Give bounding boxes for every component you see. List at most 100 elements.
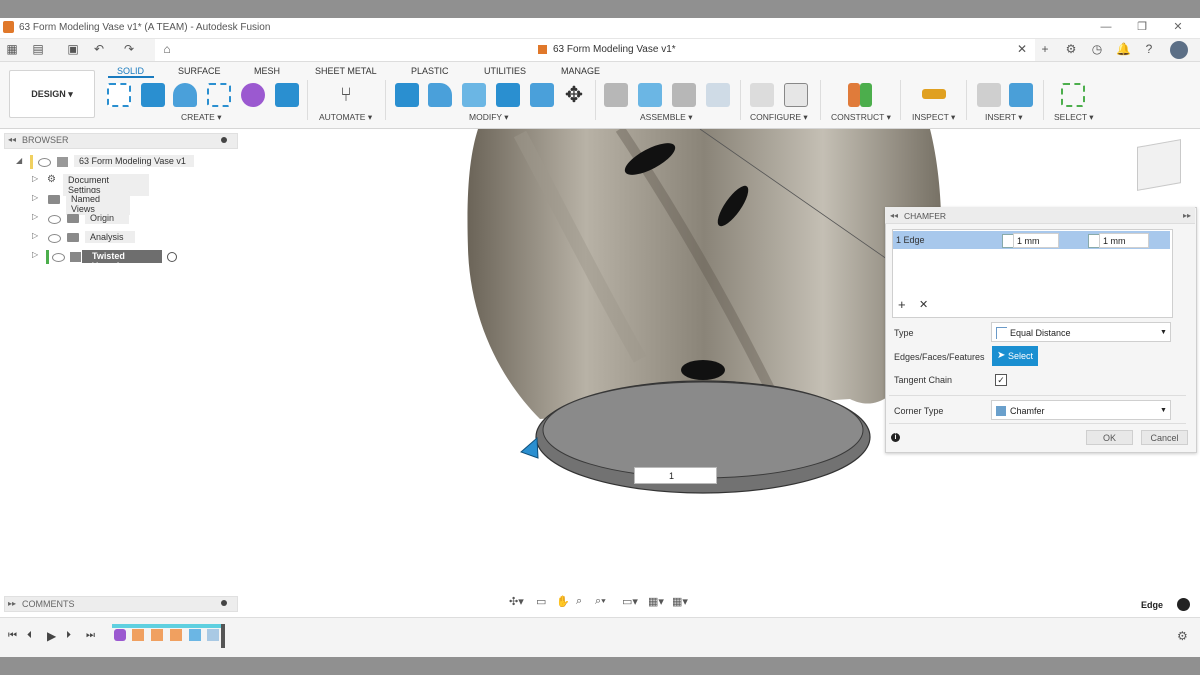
expand-icon[interactable]: ◢ (16, 156, 22, 165)
avatar[interactable] (1170, 41, 1188, 59)
create-form-icon[interactable] (241, 83, 265, 107)
tangent-chain-checkbox[interactable]: ✓ (995, 374, 1007, 386)
add-row-icon[interactable]: + (898, 297, 906, 312)
cancel-button[interactable]: Cancel (1141, 430, 1188, 445)
grid-settings-icon[interactable]: ▦▾ (648, 595, 664, 608)
timeline-feature-icon[interactable] (132, 629, 144, 641)
insert-group-label[interactable]: INSERT ▾ (985, 112, 1023, 123)
tab-mesh[interactable]: MESH (254, 66, 280, 76)
visibility-eye-icon[interactable] (52, 253, 65, 262)
move-icon[interactable]: ✥ (562, 83, 586, 107)
zoom-icon[interactable]: ⌕ (576, 595, 582, 608)
undo-icon[interactable]: ↶ (92, 42, 106, 56)
form-icon[interactable] (207, 83, 231, 107)
chamfer-arrow-handle[interactable] (520, 436, 539, 459)
tab-manage[interactable]: MANAGE (561, 66, 600, 76)
press-pull-icon[interactable] (395, 83, 419, 107)
expand-icon[interactable]: ▷ (32, 250, 38, 259)
timeline-feature-icon[interactable] (207, 629, 219, 641)
distance1-input[interactable]: 1 mm (1013, 233, 1059, 248)
view-cube-icon[interactable] (1137, 139, 1181, 191)
visibility-eye-icon[interactable] (48, 234, 61, 243)
notifications-icon[interactable]: 🔔 (1116, 42, 1131, 56)
pin-icon[interactable] (221, 137, 227, 143)
tab-sheet-metal[interactable]: SHEET METAL (315, 66, 377, 76)
file-icon[interactable]: ▤ (31, 42, 45, 56)
timeline-feature-icon[interactable] (170, 629, 182, 641)
selection-filter-icon[interactable] (1177, 598, 1190, 611)
save-icon[interactable]: ▣ (66, 42, 80, 56)
extensions-icon[interactable]: ⚙ (1064, 42, 1078, 56)
play-icon[interactable]: ▶ (47, 629, 56, 643)
pan-icon[interactable]: ✋ (556, 595, 570, 608)
activate-radio-icon[interactable] (167, 252, 177, 262)
job-status-icon[interactable]: ◷ (1090, 42, 1104, 56)
display-settings-icon[interactable]: ▭▾ (622, 595, 638, 608)
tab-surface[interactable]: SURFACE (178, 66, 221, 76)
motion-study-icon[interactable] (706, 83, 730, 107)
create-group-label[interactable]: CREATE ▾ (181, 112, 222, 123)
timeline-feature-icon[interactable] (189, 629, 201, 641)
ok-button[interactable]: OK (1086, 430, 1133, 445)
measure-icon[interactable] (922, 89, 946, 99)
timeline-settings-gear-icon[interactable]: ⚙ (1177, 629, 1188, 643)
timeline-marker[interactable] (221, 624, 225, 648)
configure-group-label[interactable]: CONFIGURE ▾ (750, 112, 808, 123)
fit-icon[interactable]: ⌕▾ (595, 595, 606, 608)
configuration-table-icon[interactable] (784, 83, 808, 107)
help-icon[interactable]: ? (1142, 42, 1156, 56)
create-sketch-icon[interactable] (107, 83, 131, 107)
assemble-group-label[interactable]: ASSEMBLE ▾ (640, 112, 692, 123)
step-forward-icon[interactable]: ⏵ (66, 630, 71, 641)
automate-group-label[interactable]: AUTOMATE ▾ (319, 112, 372, 123)
joint-icon[interactable] (638, 83, 662, 107)
timeline-form-feature-icon[interactable] (114, 629, 126, 641)
tab-solid[interactable]: SOLID (117, 66, 144, 76)
minimize-icon[interactable]: — (1098, 20, 1114, 34)
inspect-group-label[interactable]: INSPECT ▾ (912, 112, 955, 123)
collapse-icon[interactable]: ◂◂ (8, 135, 16, 144)
insert-image-icon[interactable] (1009, 83, 1033, 107)
maximize-icon[interactable]: ❐ (1134, 20, 1150, 34)
insert-derive-icon[interactable] (977, 83, 1001, 107)
construct-group-label[interactable]: CONSTRUCT ▾ (831, 112, 891, 123)
timeline-feature-icon[interactable] (151, 629, 163, 641)
visibility-eye-icon[interactable] (48, 215, 61, 224)
combine-icon[interactable] (496, 83, 520, 107)
fillet-icon[interactable] (428, 83, 452, 107)
pin-icon[interactable] (221, 600, 227, 606)
redo-icon[interactable]: ↷ (122, 42, 136, 56)
expand-icon[interactable]: ▸▸ (8, 599, 16, 608)
home-icon[interactable]: ⌂ (160, 42, 174, 56)
expand-icon[interactable]: ▷ (32, 193, 38, 202)
shell-icon[interactable] (462, 83, 486, 107)
viewports-icon[interactable]: ▦▾ (672, 595, 688, 608)
grid-menu-icon[interactable]: ▦ (5, 42, 19, 56)
step-back-icon[interactable]: ⏴ (27, 630, 32, 641)
construct-plane-icon[interactable] (848, 83, 860, 107)
split-icon[interactable] (530, 83, 554, 107)
expand-icon[interactable]: ▷ (32, 231, 38, 240)
collapse-icon[interactable]: ◂◂ (890, 211, 898, 220)
select-edges-button[interactable]: ➤ Select (992, 346, 1038, 366)
select-group-label[interactable]: SELECT ▾ (1054, 112, 1094, 123)
close-window-icon[interactable]: ✕ (1170, 20, 1186, 34)
extrude-icon[interactable] (141, 83, 165, 107)
select-window-icon[interactable] (1061, 83, 1085, 107)
distance-input-box[interactable]: 1 (634, 467, 717, 484)
automate-icon[interactable]: ⑂ (334, 83, 358, 107)
configure-icon[interactable] (750, 83, 774, 107)
as-built-joint-icon[interactable] (672, 83, 696, 107)
corner-type-dropdown[interactable]: Chamfer ▼ (991, 400, 1171, 420)
look-at-icon[interactable]: ▭ (536, 595, 546, 608)
new-tab-icon[interactable]: + (1038, 42, 1052, 56)
revolve-icon[interactable] (173, 83, 197, 107)
visibility-eye-icon[interactable] (38, 158, 51, 167)
modify-group-label[interactable]: MODIFY ▾ (469, 112, 509, 123)
type-dropdown[interactable]: Equal Distance ▼ (991, 322, 1171, 342)
distance-input-value[interactable]: 1 (669, 471, 674, 481)
go-to-start-icon[interactable]: ⏮ (8, 630, 17, 641)
remove-row-icon[interactable]: ✕ (919, 298, 928, 311)
close-tab-icon[interactable]: ✕ (1015, 42, 1029, 56)
expand-dialog-icon[interactable]: ▸▸ (1183, 211, 1191, 220)
